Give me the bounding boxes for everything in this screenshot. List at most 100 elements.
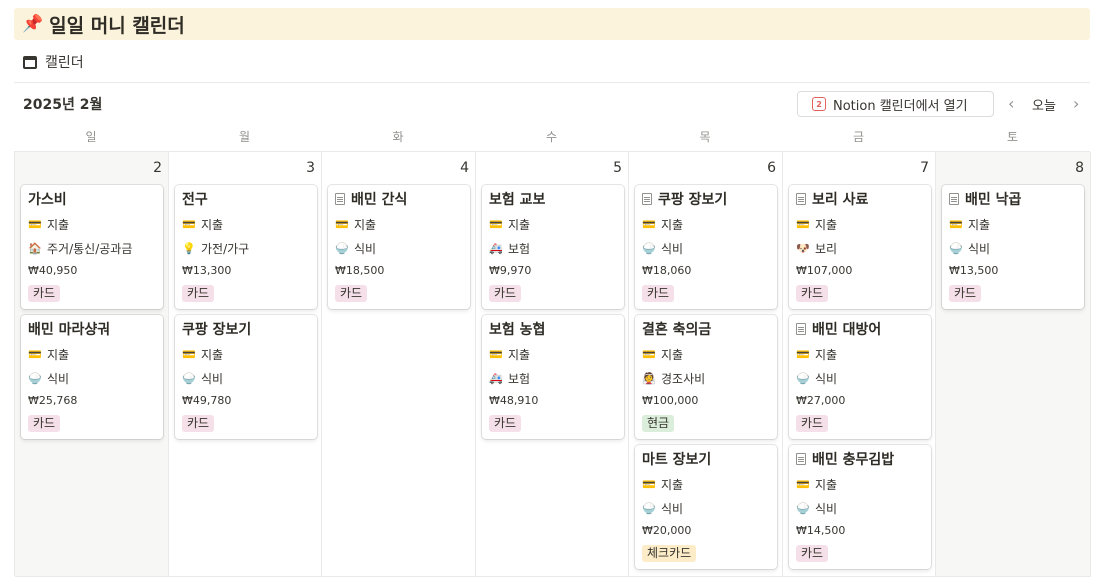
category-icon: 🍚 [28, 371, 42, 385]
day-cell[interactable]: 4 배민 간식 💳 지출 🍚 식비 ₩18,500 카드 [322, 152, 476, 577]
card-title-text: 배민 간식 [351, 192, 408, 208]
category-property: 🍚 식비 [642, 240, 770, 256]
card-title-text: 보험 농협 [489, 322, 546, 338]
type-property: 💳 지출 [335, 216, 463, 232]
type-value: 지출 [661, 477, 684, 492]
type-property: 💳 지출 [949, 216, 1077, 232]
card-title-text: 보험 교보 [489, 192, 546, 208]
day-cell[interactable]: 6 쿠팡 장보기 💳 지출 🍚 식비 ₩18,060 카드 결혼 축의금 💳 지출 👰 경조사비 ₩100… [629, 152, 783, 577]
day-number: 2 [153, 160, 162, 176]
type-property: 💳 지출 [182, 216, 310, 232]
event-card[interactable]: 보험 교보 💳 지출 🚑 보험 ₩9,970 카드 [482, 185, 624, 309]
card-title: 배민 마라샹궈 [28, 320, 156, 338]
category-property: 🚑 보험 [489, 370, 617, 386]
card-title-text: 배민 대방어 [812, 322, 882, 338]
page-icon [949, 193, 959, 205]
type-value: 지출 [815, 347, 838, 362]
page-title[interactable]: 일일 머니 캘린더 [49, 11, 185, 38]
credit-card-icon: 💳 [28, 347, 42, 361]
card-title: 보험 농협 [489, 320, 617, 338]
event-card[interactable]: 배민 대방어 💳 지출 🍚 식비 ₩27,000 카드 [789, 315, 931, 439]
category-property: 🍚 식비 [335, 240, 463, 256]
event-card[interactable]: 전구 💳 지출 💡 가전/가구 ₩13,300 카드 [175, 185, 317, 309]
day-cell[interactable]: 5 보험 교보 💳 지출 🚑 보험 ₩9,970 카드 보험 농협 💳 지출 🚑 보험 ₩48,910 카드 [476, 152, 629, 577]
page-icon [796, 193, 806, 205]
event-card[interactable]: 배민 간식 💳 지출 🍚 식비 ₩18,500 카드 [328, 185, 470, 309]
type-property: 💳 지출 [796, 346, 924, 362]
card-title-text: 배민 충무김밥 [812, 452, 895, 468]
credit-card-icon: 💳 [182, 347, 196, 361]
today-button[interactable]: 오늘 [1032, 95, 1056, 114]
type-property: 💳 지출 [28, 216, 156, 232]
day-cell[interactable]: 3 전구 💳 지출 💡 가전/가구 ₩13,300 카드 쿠팡 장보기 💳 지출 🍚 식비 ₩49,780… [169, 152, 322, 577]
pushpin-icon: 📌 [22, 14, 44, 34]
payment-method-tag: 카드 [489, 285, 522, 302]
credit-card-icon: 💳 [642, 347, 656, 361]
category-property: 🐶 보리 [796, 240, 924, 256]
payment-method-tag: 카드 [182, 285, 215, 302]
page-icon [335, 193, 345, 205]
type-value: 지출 [661, 217, 684, 232]
calendar-grid: 2 가스비 💳 지출 🏠 주거/통신/공과금 ₩40,950 카드 배민 마라샹궈 💳 지출 🍚 식비 ₩… [14, 151, 1091, 577]
category-icon: 🍚 [642, 501, 656, 515]
credit-card-icon: 💳 [182, 217, 196, 231]
category-value: 경조사비 [661, 371, 706, 386]
day-number: 5 [613, 160, 622, 176]
event-card[interactable]: 배민 낙곱 💳 지출 🍚 식비 ₩13,500 카드 [942, 185, 1084, 309]
payment-method-tag: 현금 [642, 415, 675, 432]
card-title: 결혼 축의금 [642, 320, 770, 338]
category-icon: 🍚 [642, 241, 656, 255]
event-card[interactable]: 쿠팡 장보기 💳 지출 🍚 식비 ₩18,060 카드 [635, 185, 777, 309]
type-value: 지출 [815, 217, 838, 232]
open-in-notion-calendar-button[interactable]: 2 Notion 캘린더에서 열기 [797, 91, 994, 117]
event-card[interactable]: 보리 사료 💳 지출 🐶 보리 ₩107,000 카드 [789, 185, 931, 309]
category-icon: 🍚 [949, 241, 963, 255]
type-property: 💳 지출 [28, 346, 156, 362]
event-card[interactable]: 배민 충무김밥 💳 지출 🍚 식비 ₩14,500 카드 [789, 445, 931, 569]
amount-value: ₩40,950 [28, 264, 78, 277]
card-title: 쿠팡 장보기 [642, 190, 770, 208]
payment-method-tag: 카드 [796, 545, 829, 562]
card-title: 배민 충무김밥 [796, 450, 924, 468]
card-title: 전구 [182, 190, 310, 208]
type-value: 지출 [354, 217, 377, 232]
day-cell[interactable]: 8 배민 낙곱 💳 지출 🍚 식비 ₩13,500 카드 [936, 152, 1091, 577]
credit-card-icon: 💳 [796, 217, 810, 231]
day-cell[interactable]: 7 보리 사료 💳 지출 🐶 보리 ₩107,000 카드 배민 대방어 💳 지출 🍚 식비 ₩27,00… [783, 152, 936, 577]
divider [14, 82, 1090, 83]
credit-card-icon: 💳 [489, 347, 503, 361]
chevron-left-icon[interactable]: ‹ [1008, 94, 1014, 113]
credit-card-icon: 💳 [642, 217, 656, 231]
card-title: 배민 대방어 [796, 320, 924, 338]
amount-value: ₩48,910 [489, 394, 539, 407]
day-number: 6 [767, 160, 776, 176]
card-title: 보험 교보 [489, 190, 617, 208]
category-property: 💡 가전/가구 [182, 240, 310, 256]
day-number: 8 [1075, 160, 1084, 176]
event-card[interactable]: 쿠팡 장보기 💳 지출 🍚 식비 ₩49,780 카드 [175, 315, 317, 439]
weekday-header: 금 [852, 130, 865, 144]
amount-value: ₩49,780 [182, 394, 232, 407]
day-cell[interactable]: 2 가스비 💳 지출 🏠 주거/통신/공과금 ₩40,950 카드 배민 마라샹궈 💳 지출 🍚 식비 ₩… [15, 152, 169, 577]
event-card[interactable]: 결혼 축의금 💳 지출 👰 경조사비 ₩100,000 현금 [635, 315, 777, 439]
card-title: 마트 장보기 [642, 450, 770, 468]
category-icon: 👰 [642, 371, 656, 385]
payment-method-tag: 카드 [489, 415, 522, 432]
type-value: 지출 [815, 477, 838, 492]
type-property: 💳 지출 [489, 216, 617, 232]
category-value: 식비 [968, 241, 991, 256]
credit-card-icon: 💳 [642, 477, 656, 491]
credit-card-icon: 💳 [796, 347, 810, 361]
event-card[interactable]: 가스비 💳 지출 🏠 주거/통신/공과금 ₩40,950 카드 [21, 185, 163, 309]
card-title-text: 가스비 [28, 192, 67, 208]
chevron-right-icon[interactable]: › [1073, 94, 1079, 113]
category-value: 보험 [508, 241, 531, 256]
view-tab-label: 캘린더 [45, 55, 84, 71]
type-value: 지출 [47, 217, 70, 232]
event-card[interactable]: 배민 마라샹궈 💳 지출 🍚 식비 ₩25,768 카드 [21, 315, 163, 439]
page-icon [796, 323, 806, 335]
event-card[interactable]: 보험 농협 💳 지출 🚑 보험 ₩48,910 카드 [482, 315, 624, 439]
event-card[interactable]: 마트 장보기 💳 지출 🍚 식비 ₩20,000 체크카드 [635, 445, 777, 569]
amount-value: ₩20,000 [642, 524, 692, 537]
view-tab-calendar[interactable]: 캘린더 [23, 52, 84, 72]
